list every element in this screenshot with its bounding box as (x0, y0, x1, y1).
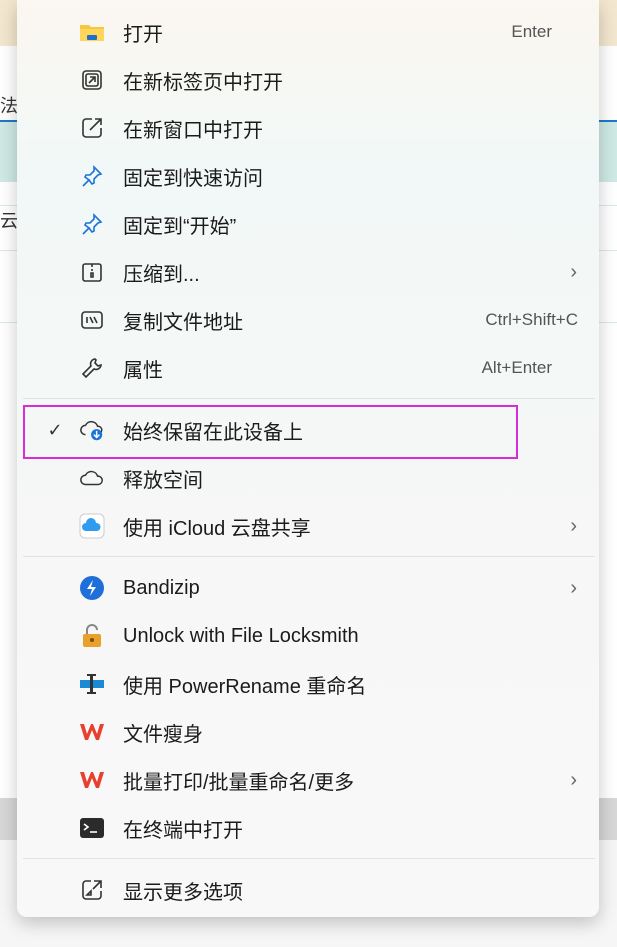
menu-item-file-locksmith[interactable]: Unlock with File Locksmith (17, 613, 599, 659)
menu-item-label: 属性 (123, 359, 163, 382)
lock-icon (79, 623, 105, 649)
menu-separator (23, 556, 595, 557)
cloud-outline-icon (79, 465, 105, 491)
menu-item-compress[interactable]: 压缩到... › (17, 249, 599, 295)
menu-item-open-new-window[interactable]: 在新窗口中打开 (17, 105, 599, 151)
new-window-icon (79, 115, 105, 141)
menu-item-label: 在终端中打开 (123, 819, 243, 842)
copy-path-icon (79, 307, 105, 333)
menu-item-label: 打开 (123, 23, 163, 46)
menu-item-open[interactable]: 打开 Enter (17, 9, 599, 55)
shortcut-text: Alt+Enter (481, 358, 552, 377)
menu-separator (23, 858, 595, 859)
menu-item-powerrename[interactable]: 使用 PowerRename 重命名 (17, 661, 599, 707)
zip-icon (79, 259, 105, 285)
menu-item-free-up-space[interactable]: 释放空间 (17, 455, 599, 501)
menu-item-label: 显示更多选项 (123, 881, 243, 904)
menu-item-label: 复制文件地址 (123, 311, 243, 334)
menu-item-label: 使用 PowerRename 重命名 (123, 675, 367, 698)
chevron-right-icon: › (570, 576, 577, 599)
menu-item-properties[interactable]: 属性 Alt+Enter (17, 345, 599, 391)
menu-item-bandizip[interactable]: Bandizip › (17, 565, 599, 611)
menu-item-file-slim[interactable]: 文件瘦身 (17, 709, 599, 755)
menu-item-label: 在新窗口中打开 (123, 119, 263, 142)
menu-item-pin-start[interactable]: 固定到“开始” (17, 201, 599, 247)
menu-item-show-more-options[interactable]: 显示更多选项 (17, 867, 599, 913)
chevron-right-icon: › (570, 768, 577, 791)
menu-item-label: 文件瘦身 (123, 723, 203, 746)
menu-item-label: Bandizip (123, 576, 200, 599)
background-text: 云 (0, 211, 18, 231)
icloud-icon (79, 513, 105, 539)
pin-icon (79, 211, 105, 237)
shortcut-text: Enter (511, 22, 552, 41)
menu-item-label: 在新标签页中打开 (123, 71, 283, 94)
menu-item-pin-quick-access[interactable]: 固定到快速访问 (17, 153, 599, 199)
bandizip-icon (79, 575, 105, 601)
highlight-box (23, 405, 518, 459)
menu-item-icloud-share[interactable]: 使用 iCloud 云盘共享 › (17, 503, 599, 549)
menu-item-label: 释放空间 (123, 469, 203, 492)
wps-icon (79, 719, 105, 745)
powerrename-icon (79, 671, 105, 697)
menu-item-label: 固定到“开始” (123, 215, 237, 238)
menu-separator (23, 398, 595, 399)
shortcut-text: Ctrl+Shift+C (485, 310, 578, 329)
wrench-icon (79, 355, 105, 381)
menu-item-label: 压缩到... (123, 263, 200, 286)
wps-icon (79, 767, 105, 793)
chevron-right-icon: › (570, 514, 577, 537)
new-tab-icon (79, 67, 105, 93)
menu-item-label: 使用 iCloud 云盘共享 (123, 517, 311, 540)
menu-item-open-in-terminal[interactable]: 在终端中打开 (17, 805, 599, 851)
menu-item-copy-path[interactable]: 复制文件地址 Ctrl+Shift+C (17, 297, 599, 343)
more-options-icon (79, 877, 105, 903)
menu-item-open-new-tab[interactable]: 在新标签页中打开 (17, 57, 599, 103)
terminal-icon (79, 815, 105, 841)
menu-item-label: 批量打印/批量重命名/更多 (123, 771, 355, 794)
menu-item-batch-tools[interactable]: 批量打印/批量重命名/更多 › (17, 757, 599, 803)
menu-item-label: 固定到快速访问 (123, 167, 263, 190)
pin-icon (79, 163, 105, 189)
menu-item-label: Unlock with File Locksmith (123, 624, 359, 647)
chevron-right-icon: › (570, 260, 577, 283)
folder-icon (79, 19, 105, 45)
background-text: 法 (0, 96, 18, 116)
